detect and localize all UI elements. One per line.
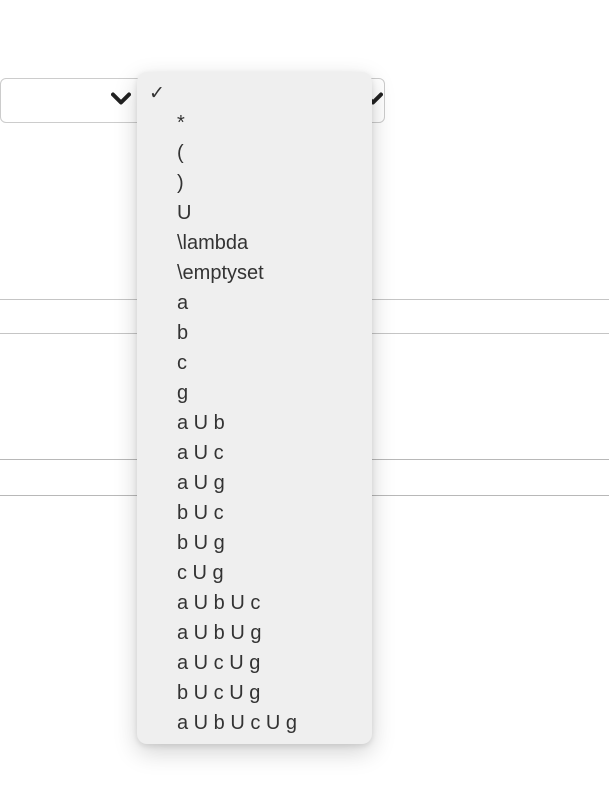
dropdown-item[interactable]: U xyxy=(137,198,372,228)
dropdown-item-label: a U c U g xyxy=(177,652,360,675)
dropdown-item-label: a U b U c xyxy=(177,592,360,615)
dropdown-item[interactable]: ✓ xyxy=(137,78,372,108)
dropdown-item[interactable]: b U c U g xyxy=(137,678,372,708)
dropdown-item-label: ( xyxy=(177,142,360,165)
dropdown-item-label: a U g xyxy=(177,472,360,495)
dropdown-item[interactable]: a U g xyxy=(137,468,372,498)
dropdown-item[interactable]: g xyxy=(137,378,372,408)
dropdown-item[interactable]: a U b U g xyxy=(137,618,372,648)
regex-symbol-dropdown: ✓* () U \lambda \emptyset abcg a U b a U c a U g… xyxy=(137,72,372,744)
dropdown-item[interactable]: a U c xyxy=(137,438,372,468)
dropdown-item-label: a U b U c U g xyxy=(177,712,360,735)
dropdown-item[interactable]: b U g xyxy=(137,528,372,558)
dropdown-item-label: a U b xyxy=(177,412,360,435)
dropdown-item[interactable]: a U b xyxy=(137,408,372,438)
dropdown-item[interactable]: ( xyxy=(137,138,372,168)
dropdown-item[interactable]: * xyxy=(137,108,372,138)
dropdown-item[interactable]: b xyxy=(137,318,372,348)
dropdown-item-label: \lambda xyxy=(177,232,360,255)
dropdown-item-label: ) xyxy=(177,172,360,195)
dropdown-item-label: c U g xyxy=(177,562,360,585)
dropdown-item[interactable]: b U c xyxy=(137,498,372,528)
dropdown-item[interactable]: a U b U c U g xyxy=(137,708,372,738)
dropdown-item-label: U xyxy=(177,202,360,225)
dropdown-item-label: b U g xyxy=(177,532,360,555)
dropdown-item[interactable]: \lambda xyxy=(137,228,372,258)
dropdown-item-label: a U b U g xyxy=(177,622,360,645)
dropdown-item[interactable]: a U c U g xyxy=(137,648,372,678)
dropdown-item-label: b xyxy=(177,322,360,345)
dropdown-item[interactable]: c U g xyxy=(137,558,372,588)
dropdown-item[interactable]: c xyxy=(137,348,372,378)
dropdown-item-label: a xyxy=(177,292,360,315)
dropdown-item[interactable]: ) xyxy=(137,168,372,198)
dropdown-item[interactable]: a U b U c xyxy=(137,588,372,618)
dropdown-item-label: \emptyset xyxy=(177,262,360,285)
chevron-down-icon xyxy=(111,91,131,110)
dropdown-item[interactable]: \emptyset xyxy=(137,258,372,288)
check-icon: ✓ xyxy=(149,82,177,105)
dropdown-item-label: a U c xyxy=(177,442,360,465)
dropdown-item-label: b U c U g xyxy=(177,682,360,705)
dropdown-item-label: * xyxy=(177,112,360,135)
dropdown-item-label: c xyxy=(177,352,360,375)
dropdown-item[interactable]: a xyxy=(137,288,372,318)
dropdown-item-label: g xyxy=(177,382,360,405)
dropdown-item-label: b U c xyxy=(177,502,360,525)
